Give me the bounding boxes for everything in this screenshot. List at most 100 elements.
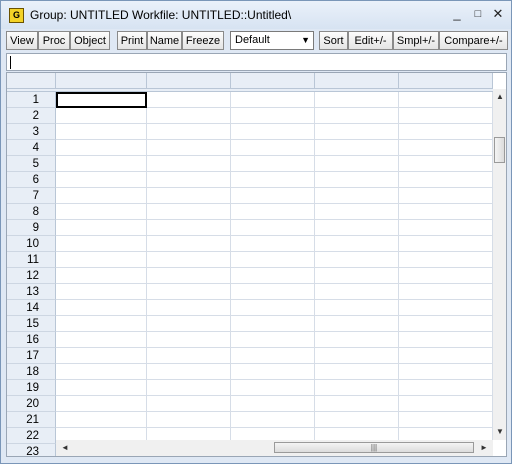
freeze-button[interactable]: Freeze <box>182 31 224 50</box>
grid-cell[interactable] <box>399 156 493 172</box>
grid-cell[interactable] <box>315 92 399 108</box>
grid-cell[interactable] <box>147 364 231 380</box>
row-header[interactable]: 23 <box>7 444 56 456</box>
grid-cell[interactable] <box>231 332 315 348</box>
grid-cell[interactable] <box>231 284 315 300</box>
grid-cell[interactable] <box>147 332 231 348</box>
grid-cell[interactable] <box>231 188 315 204</box>
grid-cell[interactable] <box>147 348 231 364</box>
grid-cell[interactable] <box>315 380 399 396</box>
spreadsheet-grid[interactable]: 1 2 3 4 5 6 7 8 9 10 11 12 13 14 15 16 17 18 19 20 21 22 23 ▲ … <box>6 72 507 457</box>
grid-cell[interactable] <box>231 300 315 316</box>
corner-header[interactable] <box>7 73 56 89</box>
horizontal-scrollbar[interactable]: ◄ ||| ► <box>56 440 493 456</box>
row-header[interactable]: 17 <box>7 348 56 364</box>
grid-cell[interactable] <box>56 348 147 364</box>
grid-cell[interactable] <box>231 172 315 188</box>
grid-cell[interactable] <box>56 396 147 412</box>
grid-cell[interactable] <box>56 156 147 172</box>
grid-cell[interactable] <box>399 300 493 316</box>
row-header[interactable]: 6 <box>7 172 56 188</box>
grid-cell[interactable] <box>147 188 231 204</box>
grid-cell[interactable] <box>399 268 493 284</box>
row-header[interactable]: 5 <box>7 156 56 172</box>
grid-cell[interactable] <box>399 396 493 412</box>
grid-cell[interactable] <box>147 412 231 428</box>
grid-cell[interactable] <box>56 220 147 236</box>
row-header[interactable]: 2 <box>7 108 56 124</box>
grid-cell[interactable] <box>399 172 493 188</box>
grid-cell[interactable] <box>147 92 231 108</box>
grid-cell[interactable] <box>56 124 147 140</box>
grid-cell[interactable] <box>315 412 399 428</box>
grid-cell[interactable] <box>315 268 399 284</box>
grid-cell[interactable] <box>56 188 147 204</box>
grid-cell[interactable] <box>315 236 399 252</box>
cell-edit-field[interactable] <box>6 53 507 71</box>
grid-cell[interactable] <box>399 380 493 396</box>
grid-cell[interactable] <box>399 188 493 204</box>
grid-cell[interactable] <box>56 316 147 332</box>
column-header[interactable] <box>315 73 399 89</box>
grid-cell[interactable] <box>399 316 493 332</box>
grid-cell[interactable] <box>231 124 315 140</box>
vertical-scroll-thumb[interactable] <box>494 137 505 163</box>
grid-cell[interactable] <box>399 220 493 236</box>
grid-cell[interactable] <box>315 364 399 380</box>
scroll-right-icon[interactable]: ► <box>477 443 491 452</box>
grid-cell[interactable] <box>56 140 147 156</box>
column-header[interactable] <box>56 73 147 89</box>
row-header[interactable]: 8 <box>7 204 56 220</box>
row-header[interactable]: 21 <box>7 412 56 428</box>
scroll-left-icon[interactable]: ◄ <box>58 443 72 452</box>
row-header[interactable]: 20 <box>7 396 56 412</box>
row-header[interactable]: 13 <box>7 284 56 300</box>
grid-cell[interactable] <box>231 108 315 124</box>
object-button[interactable]: Object <box>70 31 110 50</box>
grid-cell[interactable] <box>399 332 493 348</box>
grid-cell[interactable] <box>315 284 399 300</box>
grid-cell[interactable] <box>56 204 147 220</box>
grid-cell[interactable] <box>315 140 399 156</box>
grid-cell[interactable] <box>147 124 231 140</box>
grid-cell[interactable] <box>231 140 315 156</box>
grid-cell[interactable] <box>147 380 231 396</box>
row-header[interactable]: 19 <box>7 380 56 396</box>
grid-cell[interactable] <box>147 140 231 156</box>
grid-cell[interactable] <box>147 252 231 268</box>
grid-cell[interactable] <box>231 92 315 108</box>
grid-cell[interactable] <box>147 300 231 316</box>
name-button[interactable]: Name <box>147 31 182 50</box>
grid-cell[interactable] <box>315 316 399 332</box>
grid-cell[interactable] <box>399 412 493 428</box>
grid-cell[interactable] <box>399 348 493 364</box>
grid-cell[interactable] <box>231 396 315 412</box>
row-header[interactable]: 14 <box>7 300 56 316</box>
grid-cell[interactable] <box>56 412 147 428</box>
grid-cell[interactable] <box>147 268 231 284</box>
grid-cell[interactable] <box>231 348 315 364</box>
minimize-icon[interactable]: _ <box>448 5 466 23</box>
sort-button[interactable]: Sort <box>319 31 348 50</box>
grid-cell[interactable] <box>56 332 147 348</box>
column-header[interactable] <box>231 73 315 89</box>
row-header[interactable]: 15 <box>7 316 56 332</box>
grid-cell[interactable] <box>315 124 399 140</box>
maximize-icon[interactable]: □ <box>469 5 487 23</box>
grid-cell[interactable] <box>315 332 399 348</box>
display-format-select[interactable]: Default ▼ <box>230 31 314 50</box>
grid-cell[interactable] <box>399 140 493 156</box>
selected-cell[interactable] <box>56 92 147 108</box>
grid-cell[interactable] <box>399 252 493 268</box>
scroll-down-icon[interactable]: ▼ <box>493 427 506 436</box>
vertical-scrollbar[interactable]: ▲ ▼ <box>493 89 506 440</box>
row-header[interactable]: 1 <box>7 92 56 108</box>
grid-cell[interactable] <box>231 268 315 284</box>
grid-cell[interactable] <box>56 236 147 252</box>
grid-cell[interactable] <box>147 172 231 188</box>
row-header[interactable]: 12 <box>7 268 56 284</box>
close-icon[interactable]: ✕ <box>489 5 507 23</box>
edit-toggle-button[interactable]: Edit+/- <box>348 31 393 50</box>
grid-cell[interactable] <box>399 284 493 300</box>
grid-cell[interactable] <box>315 204 399 220</box>
